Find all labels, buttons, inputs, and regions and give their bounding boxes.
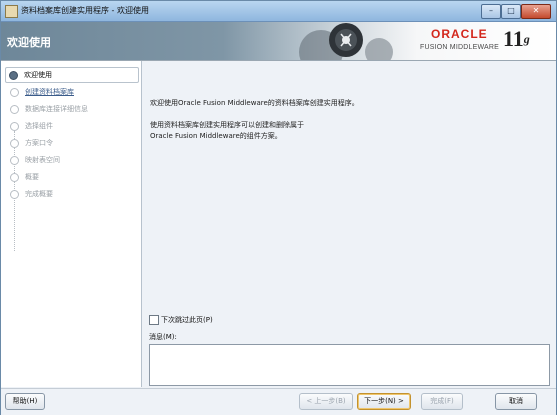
close-button[interactable]: ✕ — [521, 4, 551, 19]
version-suffix: g — [523, 32, 530, 46]
back-button[interactable]: < 上一步(B) — [299, 393, 353, 410]
minimize-button[interactable]: – — [481, 4, 501, 19]
gears-icon — [299, 23, 393, 60]
maximize-icon: □ — [507, 6, 515, 15]
skip-page-label: 下次跳过此页(P) — [161, 316, 213, 324]
step-icon — [10, 122, 19, 131]
step-completion-summary: 完成概要 — [7, 187, 139, 201]
step-icon — [10, 139, 19, 148]
step-icon — [10, 156, 19, 165]
version-number: 11 — [503, 26, 524, 51]
title-bar: 资料档案库创建实用程序 - 欢迎使用 – □ ✕ — [1, 1, 556, 22]
step-welcome[interactable]: 欢迎使用 — [5, 67, 139, 83]
header-banner: 欢迎使用 ORACLE FUSION MIDDLEWARE 11g — [1, 22, 556, 61]
step-schema-passwords: 方案口令 — [7, 136, 139, 150]
maximize-button[interactable]: □ — [501, 4, 521, 19]
page-title: 欢迎使用 — [7, 36, 51, 49]
finish-button[interactable]: 完成(F) — [421, 393, 463, 410]
steps-panel: 欢迎使用 创建资料档案库 数据库连接详细信息 选择组件 方案口令 映射表空间 概… — [1, 61, 142, 387]
step-label: 选择组件 — [25, 122, 53, 130]
step-icon — [10, 173, 19, 182]
step-label: 方案口令 — [25, 139, 53, 147]
step-database-connection: 数据库连接详细信息 — [7, 102, 139, 116]
help-button[interactable]: 帮助(H) — [5, 393, 45, 410]
description-text: 使用资料档案库创建实用程序可以创建和删除属于 Oracle Fusion Mid… — [150, 121, 304, 140]
app-icon — [5, 5, 18, 18]
step-summary: 概要 — [7, 170, 139, 184]
button-bar: 帮助(H) < 上一步(B) 下一步(N) > 完成(F) 取消 — [1, 388, 556, 415]
step-icon — [10, 88, 19, 97]
step-label: 创建资料档案库 — [25, 88, 74, 96]
messages-label: 消息(M): — [149, 333, 177, 341]
step-icon — [10, 105, 19, 114]
step-label: 映射表空间 — [25, 156, 60, 164]
step-current-icon — [9, 71, 18, 80]
step-icon — [10, 190, 19, 199]
step-label: 欢迎使用 — [24, 71, 52, 79]
step-map-tablespaces: 映射表空间 — [7, 153, 139, 167]
minimize-icon: – — [489, 6, 493, 15]
product-name: FUSION MIDDLEWARE — [420, 44, 499, 51]
window-title: 资料档案库创建实用程序 - 欢迎使用 — [21, 6, 149, 15]
close-icon: ✕ — [532, 6, 540, 15]
step-label: 概要 — [25, 173, 39, 181]
cancel-button[interactable]: 取消 — [495, 393, 537, 410]
next-button[interactable]: 下一步(N) > — [357, 393, 411, 410]
skip-page-checkbox[interactable] — [149, 315, 159, 325]
step-create-repository[interactable]: 创建资料档案库 — [7, 85, 139, 99]
rcu-window: 资料档案库创建实用程序 - 欢迎使用 – □ ✕ 欢迎使用 ORACLE FUS… — [0, 0, 557, 415]
messages-area[interactable] — [149, 344, 550, 386]
welcome-text: 欢迎使用Oracle Fusion Middleware的资料档案库创建实用程序… — [150, 99, 359, 107]
step-label: 数据库连接详细信息 — [25, 105, 88, 113]
step-select-components: 选择组件 — [7, 119, 139, 133]
content-panel: 欢迎使用Oracle Fusion Middleware的资料档案库创建实用程序… — [142, 61, 556, 387]
version-mark: 11g — [503, 26, 530, 52]
step-label: 完成概要 — [25, 190, 53, 198]
oracle-logo: ORACLE — [431, 27, 488, 41]
